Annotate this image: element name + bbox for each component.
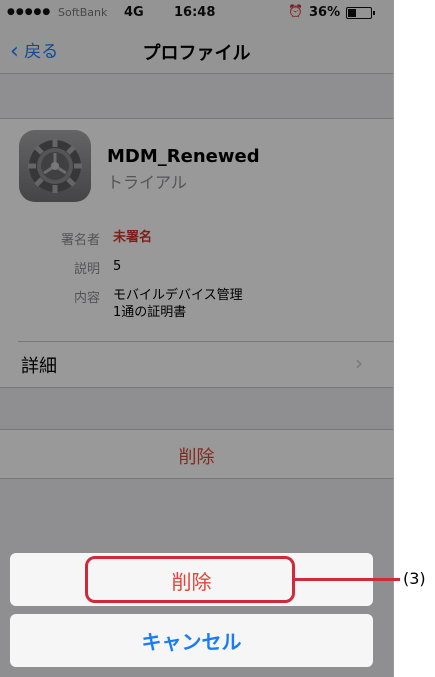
callout-label: (3) (403, 569, 426, 588)
highlight-box (85, 556, 295, 603)
cancel-label: キャンセル (141, 630, 242, 654)
cancel-button[interactable]: キャンセル (10, 614, 373, 667)
callout-line (294, 578, 400, 581)
